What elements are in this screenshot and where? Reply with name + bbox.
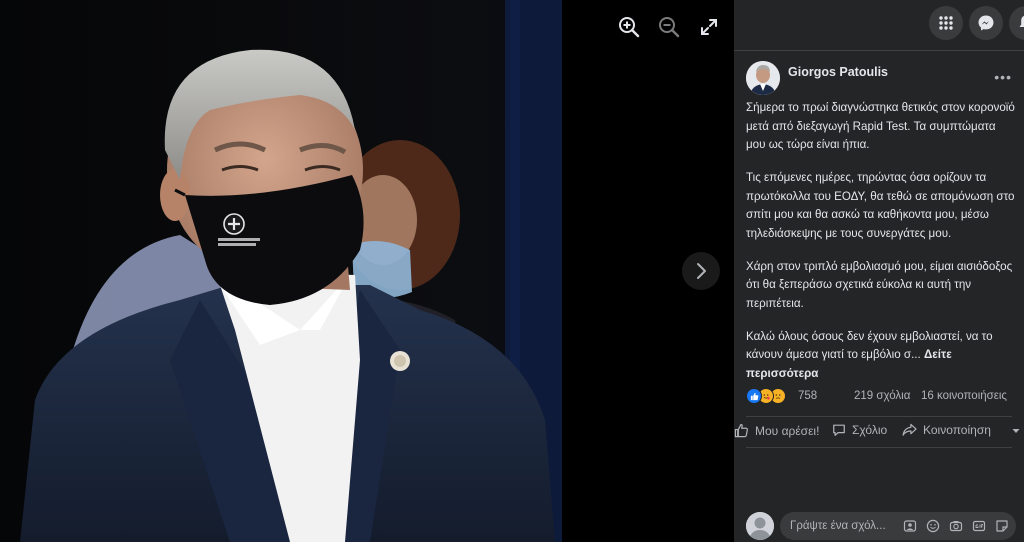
post-paragraph-4: Καλώ όλους όσους δεν έχουν εμβολιαστεί, … [746, 328, 1018, 384]
post-paragraph-4-text: Καλώ όλους όσους δεν έχουν εμβολιαστεί, … [746, 329, 993, 362]
zoom-out-icon[interactable] [657, 15, 683, 41]
photo-illustration [0, 0, 562, 542]
messenger-button[interactable] [969, 6, 1003, 40]
caret-down-icon [1012, 429, 1020, 433]
post-paragraph-2: Τις επόμενες ημέρες, τηρώντας όσα ορίζου… [746, 171, 1015, 240]
like-reaction-icon[interactable] [746, 388, 762, 404]
author-name[interactable]: Giorgos Patoulis [788, 65, 888, 79]
avatar-sticker-icon[interactable] [903, 519, 917, 533]
emoji-icon[interactable] [926, 519, 940, 533]
author-avatar[interactable] [746, 61, 780, 95]
post-actions: Μου αρέσει! Σχόλιο Κοινοποίηση [734, 420, 1024, 446]
current-user-avatar[interactable] [746, 512, 774, 540]
divider [746, 447, 1012, 448]
more-options-button[interactable]: ••• [994, 69, 1012, 85]
comment-button[interactable]: Σχόλιο [832, 423, 887, 437]
bell-icon [1019, 15, 1024, 27]
post-side-panel: Giorgos Patoulis ••• Σήμερα το πρωί διαγ… [734, 0, 1024, 542]
chevron-right-icon [697, 263, 706, 279]
top-bar [734, 0, 1024, 51]
comment-composer [746, 512, 1024, 542]
gif-icon[interactable] [972, 519, 986, 533]
fullscreen-icon[interactable] [697, 15, 723, 41]
menu-button[interactable] [929, 6, 963, 40]
comments-count[interactable]: 219 σχόλια [854, 390, 910, 402]
zoom-in-icon[interactable] [617, 15, 643, 41]
share-button[interactable]: Κοινοποίηση [902, 423, 991, 437]
post-paragraph-3: Χάρη στον τριπλό εμβολιασμό μου, είμαι α… [746, 259, 1013, 310]
thumbs-up-icon [734, 423, 748, 438]
shares-count[interactable]: 16 κοινοποιήσεις [921, 390, 1007, 402]
share-label: Κοινοποίηση [923, 423, 991, 437]
next-photo-button[interactable] [682, 252, 720, 290]
messenger-icon [978, 15, 994, 31]
post-header: Giorgos Patoulis ••• [746, 61, 1016, 97]
notifications-button[interactable] [1009, 6, 1024, 40]
like-button[interactable]: Μου αρέσει! [734, 423, 819, 438]
photo-viewer [0, 0, 734, 542]
audience-dropdown[interactable] [1011, 426, 1021, 436]
share-icon [902, 423, 917, 436]
reactions-count[interactable]: 758 [798, 390, 817, 402]
post-text: Σήμερα το πρωί διαγνώστηκα θετικός στον … [746, 99, 1018, 398]
comment-icon [833, 424, 845, 436]
comment-label: Σχόλιο [852, 423, 888, 437]
camera-icon[interactable] [949, 519, 963, 533]
post-paragraph-1: Σήμερα το πρωί διαγνώστηκα θετικός στον … [746, 101, 1015, 151]
like-label: Μου αρέσει! [755, 423, 820, 438]
sticker-icon[interactable] [995, 519, 1009, 533]
divider [746, 416, 1012, 417]
reactions-summary: 758 219 σχόλια 16 κοινοποιήσεις [746, 386, 1016, 408]
post-photo[interactable] [0, 0, 562, 542]
grid-menu-icon [939, 16, 953, 30]
